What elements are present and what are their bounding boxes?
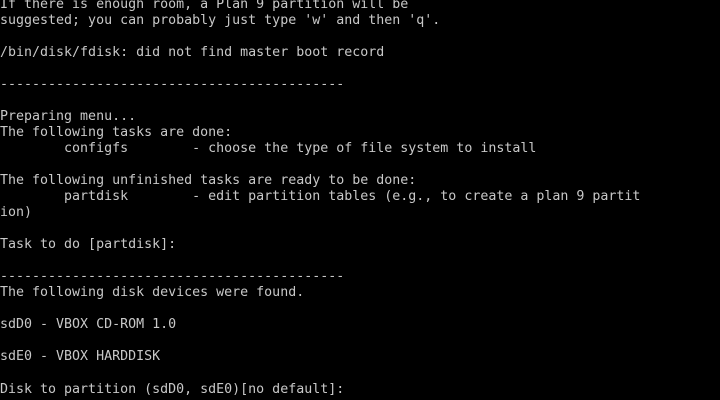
intro-text-line-2: suggested; you can probably just type 'w… <box>0 13 441 28</box>
task-item-partdisk-wrap: ion) <box>0 205 33 220</box>
ready-tasks-header: The following unfinished tasks are ready… <box>0 173 417 188</box>
partition-prompt: Disk to partition (sdD0, sdE0)[no defaul… <box>0 382 353 397</box>
task-item-partdisk: partdisk - edit partition tables (e.g., … <box>0 189 641 204</box>
task-item-configfs: configfs - choose the type of file syste… <box>0 141 537 156</box>
partition-prompt-line[interactable]: Disk to partition (sdD0, sdE0)[no defaul… <box>0 381 360 397</box>
disk-devices-header: The following disk devices were found. <box>0 285 305 300</box>
done-tasks-header: The following tasks are done: <box>0 125 233 140</box>
separator-line: ----------------------------------------… <box>0 77 345 92</box>
intro-text-line-1: If there is enough room, a Plan 9 partit… <box>0 0 409 12</box>
preparing-menu-text: Preparing menu... <box>0 109 137 124</box>
separator-line: ----------------------------------------… <box>0 269 345 284</box>
task-prompt: Task to do [partdisk]: <box>0 237 177 252</box>
terminal-console[interactable]: If there is enough room, a Plan 9 partit… <box>0 0 720 400</box>
disk-device-sdD0: sdD0 - VBOX CD-ROM 1.0 <box>0 317 177 332</box>
fdisk-message: /bin/disk/fdisk: did not find master boo… <box>0 45 385 60</box>
text-cursor[interactable] <box>352 381 360 395</box>
disk-device-sdE0: sdE0 - VBOX HARDDISK <box>0 349 161 364</box>
